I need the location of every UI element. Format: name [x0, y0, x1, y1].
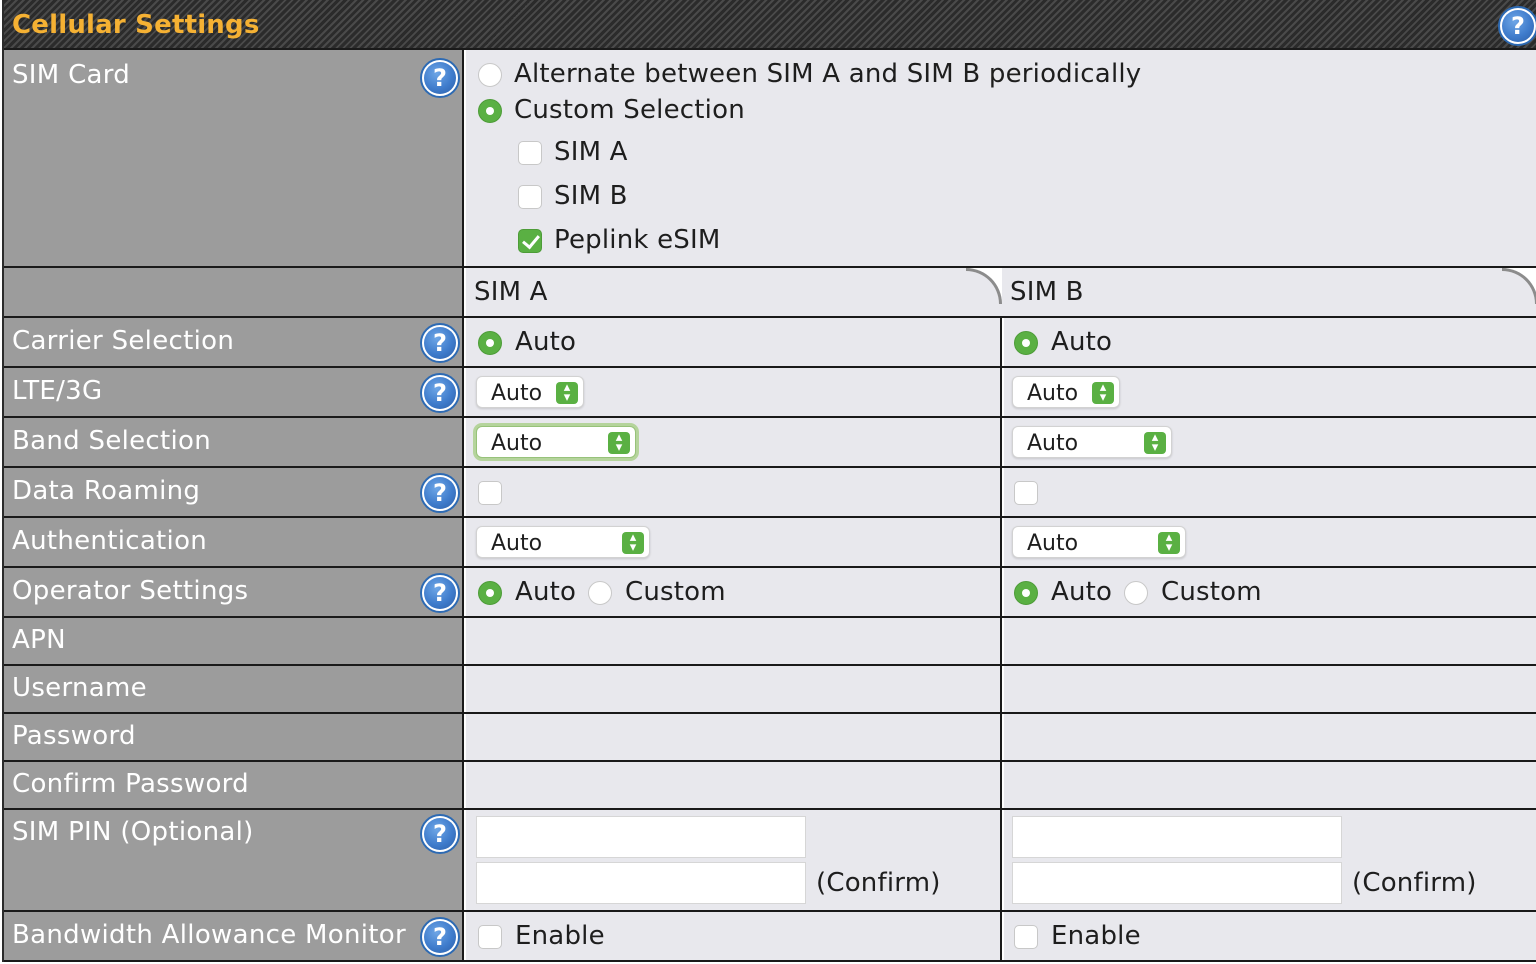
tab-sim-a[interactable]: SIM A — [466, 268, 1002, 316]
confirm-password-row: Confirm Password — [4, 762, 1536, 810]
band-select-sim-b[interactable]: Auto ▴ ▾ — [1012, 426, 1172, 458]
up-down-arrows-icon: ▴ ▾ — [1158, 531, 1180, 554]
alternate-sim-label: Alternate between SIM A and SIM B period… — [514, 59, 1142, 89]
authentication-row: Authentication Auto ▴ ▾ Auto ▴ ▾ — [4, 518, 1536, 568]
username-row: Username — [4, 666, 1536, 714]
carrier-auto-label-sim-a: Auto — [515, 327, 577, 357]
sim-pin-confirm-label-sim-a: (Confirm) — [816, 868, 941, 898]
password-label: Password — [12, 721, 136, 751]
operator-auto-radio-sim-b[interactable] — [1014, 581, 1038, 605]
operator-custom-label-sim-b: Custom — [1161, 577, 1262, 607]
sim-pin-input-sim-a[interactable] — [476, 816, 806, 858]
password-cell-sim-a — [466, 714, 1002, 760]
operator-auto-radio-sim-a[interactable] — [478, 581, 502, 605]
operator-auto-label-sim-b: Auto — [1051, 577, 1113, 607]
sim-b-checkbox[interactable] — [518, 185, 542, 209]
sim-pin-confirm-input-sim-a[interactable] — [476, 862, 806, 904]
lte-3g-row: LTE/3G ? Auto ▴ ▾ Auto ▴ ▾ — [4, 368, 1536, 418]
operator-settings-help-icon[interactable]: ? — [420, 573, 460, 613]
sim-a-checkbox[interactable] — [518, 141, 542, 165]
username-label: Username — [12, 673, 147, 703]
sim-pin-input-sim-b[interactable] — [1012, 816, 1342, 858]
authentication-select-sim-a[interactable]: Auto ▴ ▾ — [476, 526, 650, 558]
data-roaming-label: Data Roaming — [12, 476, 201, 506]
carrier-auto-radio-sim-b[interactable] — [1014, 331, 1038, 355]
alternate-sim-radio[interactable] — [478, 63, 502, 87]
data-roaming-help-icon[interactable]: ? — [420, 473, 460, 513]
authentication-label: Authentication — [12, 526, 208, 556]
sim-pin-row: SIM PIN (Optional) ? (Confirm) (Confirm) — [4, 810, 1536, 912]
carrier-auto-radio-sim-a[interactable] — [478, 331, 502, 355]
username-cell-sim-a — [466, 666, 1002, 712]
username-cell-sim-b — [1004, 666, 1536, 712]
sim-pin-confirm-label-sim-b: (Confirm) — [1352, 868, 1477, 898]
lte-3g-label: LTE/3G — [12, 376, 103, 406]
operator-settings-label: Operator Settings — [12, 576, 249, 606]
custom-selection-radio[interactable] — [478, 99, 502, 123]
tab-sim-b-label: SIM B — [1010, 277, 1084, 307]
operator-custom-radio-sim-a[interactable] — [588, 581, 612, 605]
peplink-esim-checkbox[interactable] — [518, 229, 542, 253]
sim-pin-confirm-input-sim-b[interactable] — [1012, 862, 1342, 904]
confirm-password-cell-sim-a — [466, 762, 1002, 808]
operator-auto-label-sim-a: Auto — [515, 577, 577, 607]
up-down-arrows-icon: ▴ ▾ — [622, 531, 644, 554]
bandwidth-enable-label-sim-a: Enable — [515, 921, 605, 951]
lte-3g-select-sim-a[interactable]: Auto ▴ ▾ — [476, 376, 584, 408]
confirm-password-label: Confirm Password — [12, 769, 249, 799]
band-select-sim-a[interactable]: Auto ▴ ▾ — [476, 426, 636, 458]
cellular-settings-panel: Cellular Settings ? SIM Card ? Alternate… — [2, 0, 1536, 962]
apn-label: APN — [12, 625, 66, 655]
bandwidth-enable-label-sim-b: Enable — [1051, 921, 1141, 951]
password-cell-sim-b — [1004, 714, 1536, 760]
apn-cell-sim-a — [466, 618, 1002, 664]
up-down-arrows-icon: ▴ ▾ — [1092, 381, 1114, 404]
tab-sim-a-label: SIM A — [474, 277, 548, 307]
sim-pin-help-icon[interactable]: ? — [420, 814, 460, 854]
sim-a-checkbox-label: SIM A — [554, 137, 628, 167]
bandwidth-enable-checkbox-sim-b[interactable] — [1014, 925, 1038, 949]
confirm-password-cell-sim-b — [1004, 762, 1536, 808]
up-down-arrows-icon: ▴ ▾ — [1144, 431, 1166, 454]
bandwidth-monitor-help-icon[interactable]: ? — [420, 917, 460, 957]
data-roaming-checkbox-sim-a[interactable] — [478, 481, 502, 505]
carrier-selection-label: Carrier Selection — [12, 326, 235, 356]
operator-settings-row: Operator Settings ? Auto Custom Auto Cus… — [4, 568, 1536, 618]
bandwidth-monitor-row: Bandwidth Allowance Monitor ? Enable Ena… — [4, 912, 1536, 962]
section-title: Cellular Settings — [12, 10, 260, 40]
section-help-icon[interactable]: ? — [1498, 6, 1536, 46]
up-down-arrows-icon: ▴ ▾ — [556, 381, 578, 404]
sim-card-help-icon[interactable]: ? — [420, 58, 460, 98]
section-header: Cellular Settings ? — [4, 0, 1536, 50]
band-selection-row: Band Selection Auto ▴ ▾ Auto ▴ ▾ — [4, 418, 1536, 468]
operator-custom-radio-sim-b[interactable] — [1124, 581, 1148, 605]
sim-tabs-row: SIM A SIM B — [4, 268, 1536, 318]
sim-card-label: SIM Card — [12, 60, 131, 90]
carrier-auto-label-sim-b: Auto — [1051, 327, 1113, 357]
up-down-arrows-icon: ▴ ▾ — [608, 431, 630, 454]
sim-card-row: SIM Card ? Alternate between SIM A and S… — [4, 50, 1536, 268]
custom-selection-label: Custom Selection — [514, 95, 745, 125]
bandwidth-monitor-label: Bandwidth Allowance Monitor — [12, 920, 406, 950]
peplink-esim-label: Peplink eSIM — [554, 225, 721, 255]
apn-cell-sim-b — [1004, 618, 1536, 664]
lte-3g-select-sim-b[interactable]: Auto ▴ ▾ — [1012, 376, 1120, 408]
band-selection-label: Band Selection — [12, 426, 212, 456]
tab-sim-b[interactable]: SIM B — [1004, 268, 1536, 316]
data-roaming-checkbox-sim-b[interactable] — [1014, 481, 1038, 505]
lte-3g-help-icon[interactable]: ? — [420, 373, 460, 413]
carrier-selection-row: Carrier Selection ? Auto Auto — [4, 318, 1536, 368]
sim-b-checkbox-label: SIM B — [554, 181, 628, 211]
sim-pin-label: SIM PIN (Optional) — [12, 817, 254, 847]
data-roaming-row: Data Roaming ? — [4, 468, 1536, 518]
carrier-selection-help-icon[interactable]: ? — [420, 323, 460, 363]
operator-custom-label-sim-a: Custom — [625, 577, 726, 607]
apn-row: APN — [4, 618, 1536, 666]
password-row: Password — [4, 714, 1536, 762]
bandwidth-enable-checkbox-sim-a[interactable] — [478, 925, 502, 949]
authentication-select-sim-b[interactable]: Auto ▴ ▾ — [1012, 526, 1186, 558]
